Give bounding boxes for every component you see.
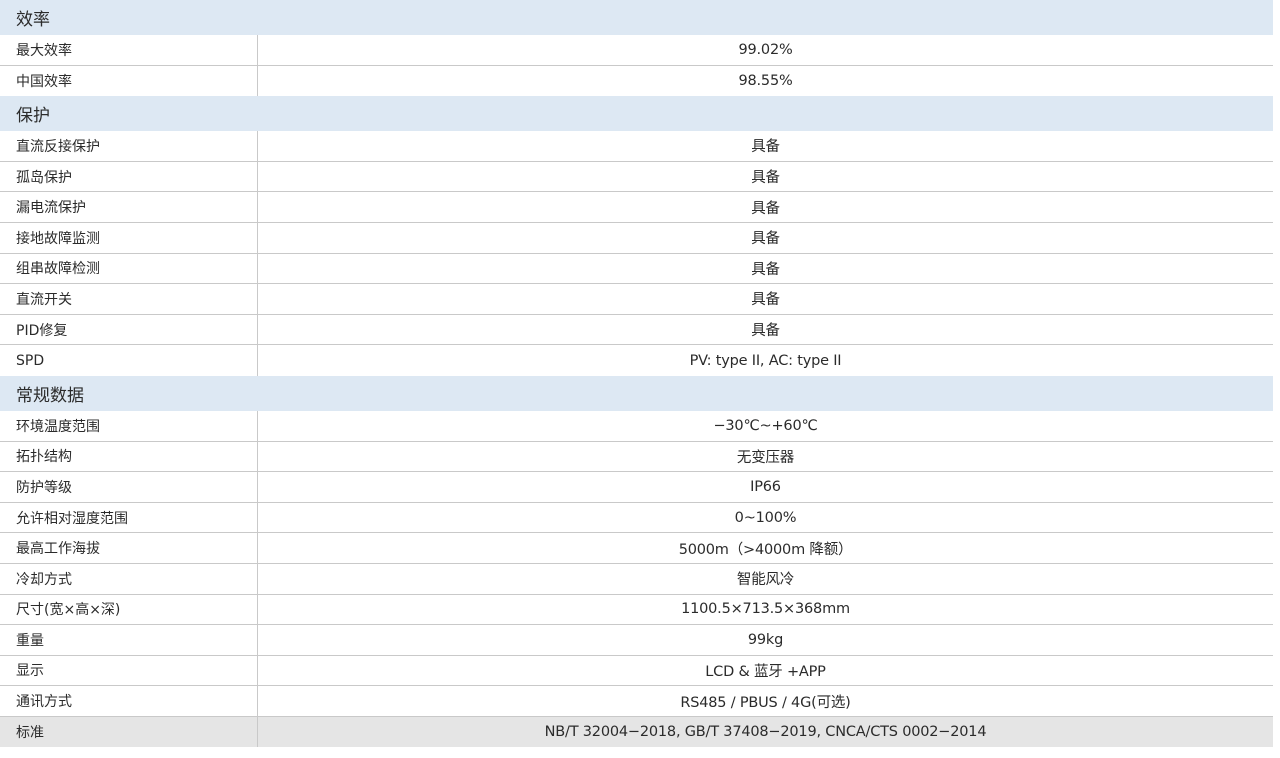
row-value: 具备	[751, 139, 780, 156]
row-value: 具备	[751, 292, 780, 309]
row-label: 重量	[0, 625, 258, 655]
row-label: 直流开关	[0, 284, 258, 314]
row-value: 具备	[751, 323, 780, 340]
row-label: 环境温度范围	[0, 410, 258, 441]
row-value: 98.55%	[738, 72, 793, 89]
row-label: 允许相对湿度范围	[0, 502, 258, 533]
row-value: −30℃~+60℃	[713, 417, 818, 434]
table-row: 尺寸(宽×高×深) 1100.5×713.5×368mm	[0, 594, 1273, 626]
table-row: 冷却方式 智能风冷	[0, 563, 1273, 595]
row-label: 孤岛保护	[0, 161, 258, 192]
row-value: 具备	[751, 200, 780, 217]
row-value: PV: type II, AC: type II	[689, 352, 842, 369]
table-row: 标准 NB/T 32004−2018, GB/T 37408−2019, CNC…	[0, 716, 1273, 748]
table-row: 孤岛保护 具备	[0, 161, 1273, 193]
table-row: 显示 LCD & 蓝牙 +APP	[0, 655, 1273, 687]
row-label: 接地故障监测	[0, 222, 258, 253]
section-header-general-data: 常规数据	[0, 375, 1273, 411]
row-label: 防护等级	[0, 472, 258, 502]
row-value: IP66	[750, 478, 781, 495]
table-row: 允许相对湿度范围 0~100%	[0, 502, 1273, 534]
table-row: SPD PV: type II, AC: type II	[0, 345, 1273, 376]
table-row: 直流反接保护 具备	[0, 131, 1273, 162]
table-row: 防护等级 IP66	[0, 472, 1273, 503]
row-value: LCD & 蓝牙 +APP	[705, 663, 826, 680]
table-row: 重量 99kg	[0, 625, 1273, 656]
row-label: 中国效率	[0, 65, 258, 97]
table-row: PID修复 具备	[0, 314, 1273, 346]
section-header-protection: 保护	[0, 96, 1273, 132]
row-value: RS485 / PBUS / 4G(可选)	[680, 694, 851, 711]
table-row: 直流开关 具备	[0, 284, 1273, 315]
table-row: 中国效率 98.55%	[0, 65, 1273, 97]
table-row: 环境温度范围 −30℃~+60℃	[0, 410, 1273, 442]
row-value: 1100.5×713.5×368mm	[681, 601, 850, 618]
table-row: 通讯方式 RS485 / PBUS / 4G(可选)	[0, 686, 1273, 717]
row-label: 漏电流保护	[0, 192, 258, 222]
section-title: 常规数据	[16, 385, 84, 406]
row-value: 99.02%	[738, 41, 793, 58]
table-row: 最高工作海拔 5000m（>4000m 降额）	[0, 533, 1273, 564]
row-value: 智能风冷	[736, 572, 795, 589]
row-value: 具备	[751, 231, 780, 248]
row-value: 无变压器	[736, 449, 795, 466]
table-row: 漏电流保护 具备	[0, 192, 1273, 223]
row-value: 具备	[751, 170, 780, 187]
row-label: 直流反接保护	[0, 131, 258, 161]
row-label: 标准	[0, 716, 258, 748]
spec-table: 效率 最大效率 99.02% 中国效率 98.55% 保护 直流反接保护 具备 …	[0, 0, 1273, 748]
row-label: 拓扑结构	[0, 441, 258, 472]
row-label: 通讯方式	[0, 686, 258, 716]
table-row: 拓扑结构 无变压器	[0, 441, 1273, 473]
table-row: 最大效率 99.02%	[0, 35, 1273, 66]
section-title: 保护	[16, 106, 50, 127]
row-label: PID修复	[0, 314, 258, 345]
row-value: 0~100%	[734, 509, 797, 526]
row-label: 尺寸(宽×高×深)	[0, 594, 258, 625]
row-label: 冷却方式	[0, 563, 258, 594]
section-header-efficiency: 效率	[0, 0, 1273, 35]
row-value: NB/T 32004−2018, GB/T 37408−2019, CNCA/C…	[544, 724, 987, 741]
row-label: SPD	[0, 345, 258, 376]
table-row: 组串故障检测 具备	[0, 253, 1273, 285]
row-label: 组串故障检测	[0, 253, 258, 284]
row-label: 最高工作海拔	[0, 533, 258, 563]
row-label: 显示	[0, 655, 258, 686]
row-value: 99kg	[747, 631, 784, 648]
row-value: 5000m（>4000m 降额）	[678, 541, 853, 558]
table-row: 接地故障监测 具备	[0, 222, 1273, 254]
row-value: 具备	[751, 261, 780, 278]
section-title: 效率	[16, 10, 50, 30]
row-label: 最大效率	[0, 35, 258, 65]
